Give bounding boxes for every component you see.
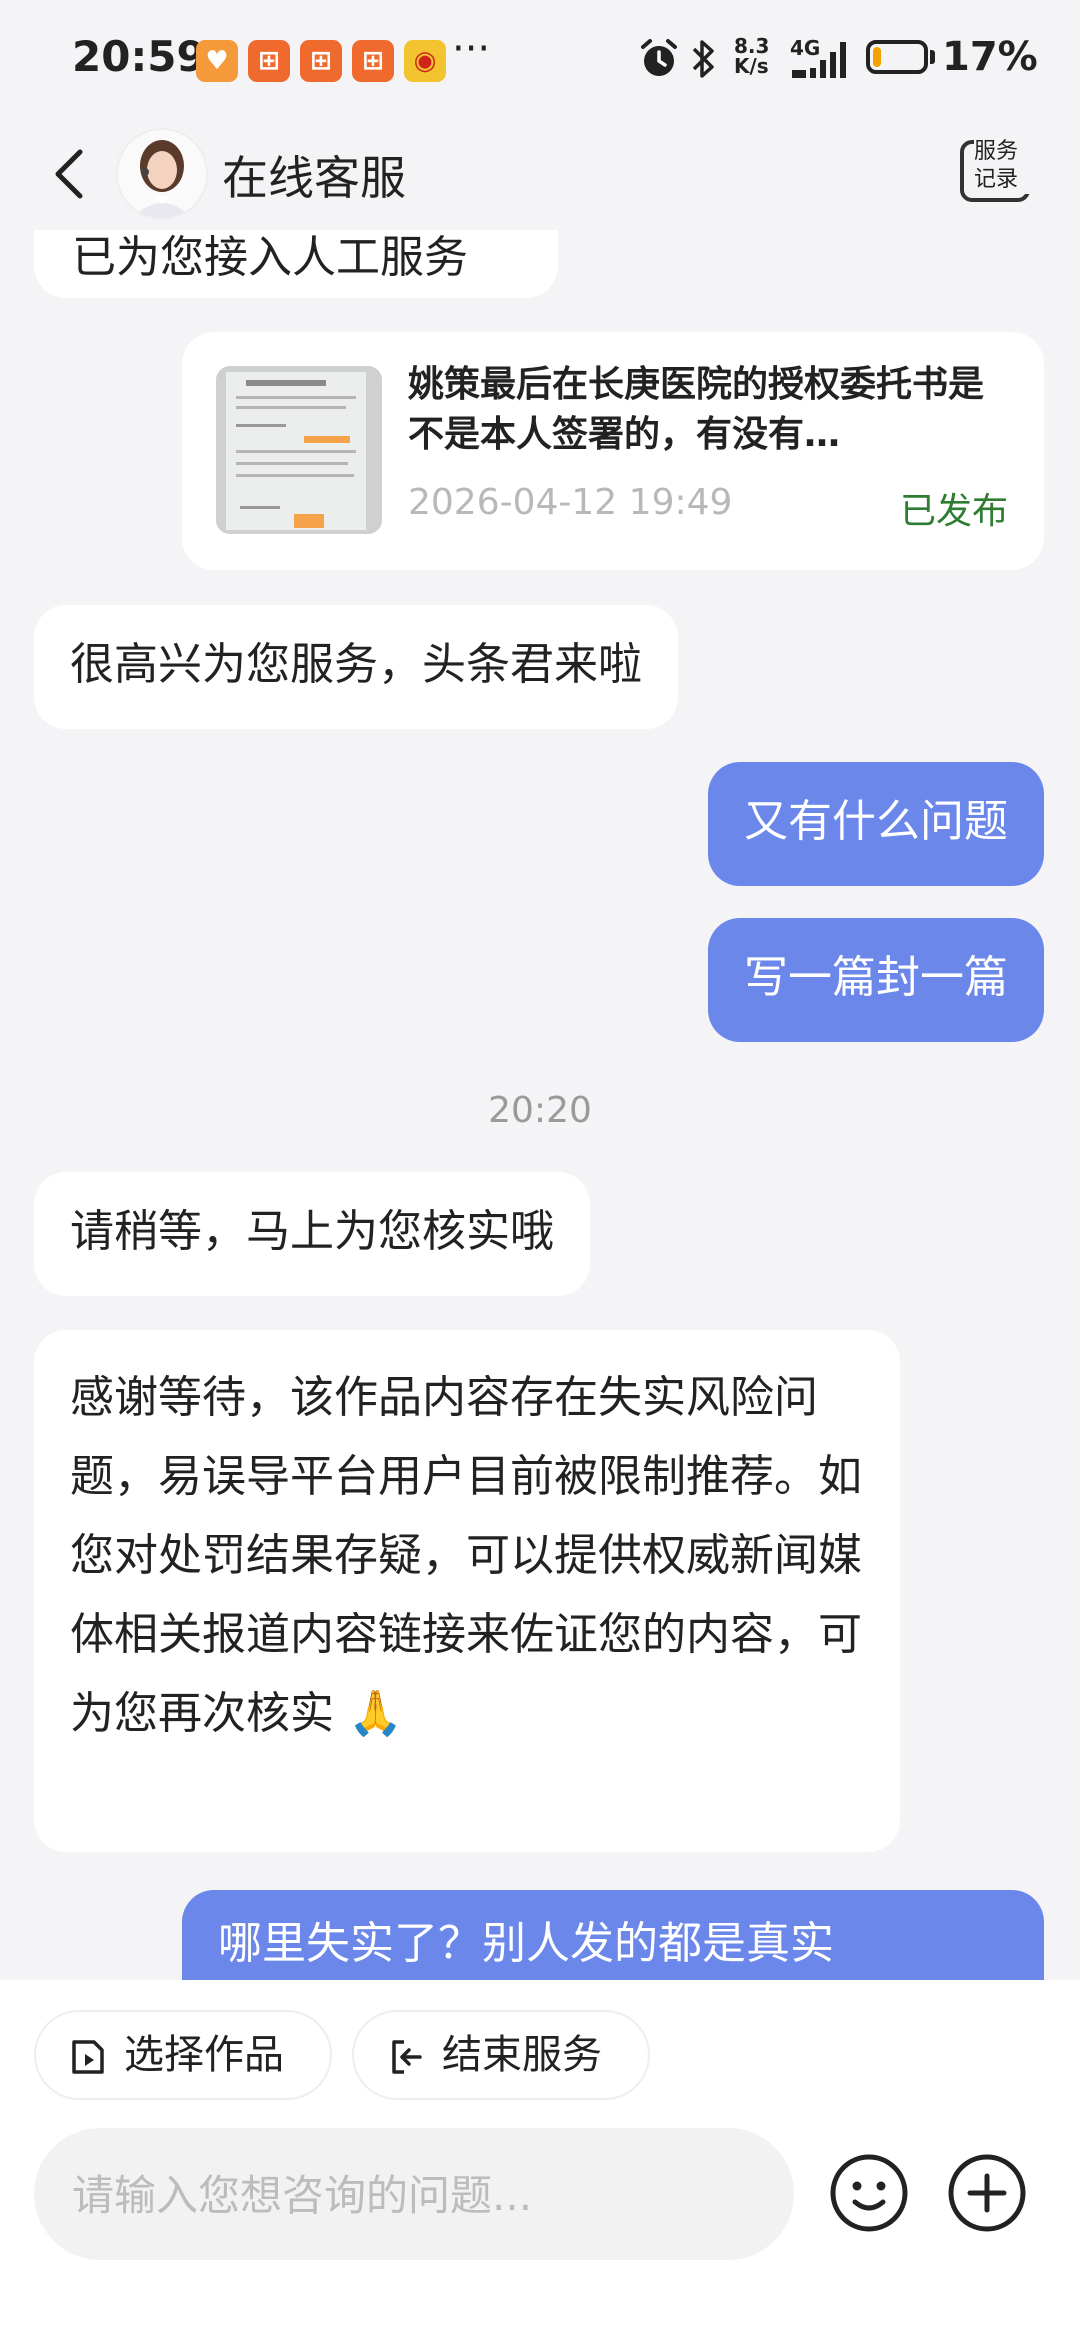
app-icon: ⊞ [352,40,394,82]
status-time: 20:59 [72,32,206,81]
article-title: 姚策最后在长庚医院的授权委托书是不是本人签署的，有没有… [408,364,985,455]
net-speed: 8.3 K/s [734,34,770,78]
agent-portrait-icon [118,130,206,218]
heart-app-icon: ♥ [196,40,238,82]
end-service-button[interactable]: 结束服务 [352,2010,650,2100]
message-bubble-agent: 请稍等，马上为您核实哦 [34,1172,590,1296]
weibo-icon: ◉ [404,40,446,82]
input-panel: 选择作品 结束服务 [0,1980,1080,2340]
exit-icon [392,2040,422,2074]
select-work-button[interactable]: 选择作品 [34,2010,332,2100]
message-input[interactable] [70,2128,764,2262]
service-record-button[interactable]: 服务 记录 [960,136,1036,212]
message-bubble-agent: 感谢等待，该作品内容存在失实风险问题，易误导平台用户目前被限制推荐。如您对处罚结… [34,1330,900,1852]
app-icon: ⊞ [248,40,290,82]
app-icon: ⊞ [300,40,342,82]
article-status: 已发布 [899,491,1008,532]
record-label: 服务 记录 [974,138,1034,194]
message-bubble-user: 哪里失实了？别人发的都是真实 [182,1890,1044,1980]
pray-emoji-icon: 🙏 [348,1688,403,1739]
message-bubble-agent: 很高兴为您服务，头条君来啦 [34,605,678,729]
back-arrow-icon[interactable] [44,146,100,202]
plus-icon[interactable] [946,2152,1028,2234]
article-thumbnail [216,366,382,534]
more-notifications-icon: ··· [452,26,491,72]
alarm-icon [641,39,677,76]
chat-messages[interactable]: 已为您接入人工服务 姚策最后在长庚医院的授权委托书是不是本人签署的，有没有… 2… [0,230,1080,1980]
battery-tip [930,50,935,64]
article-date: 2026-04-12 19:49 [408,482,733,523]
battery-level [873,47,881,67]
time-separator: 20:20 [488,1090,592,1131]
chat-header: 在线客服 服务 记录 [0,120,1080,230]
bluetooth-icon [692,40,714,78]
page-title: 在线客服 [222,151,406,205]
message-bubble-agent: 已为您接入人工服务 [34,230,558,298]
battery-icon [866,40,928,74]
message-bubble-user: 写一篇封一篇 [708,918,1044,1042]
article-card[interactable]: 姚策最后在长庚医院的授权委托书是不是本人签署的，有没有… 2026-04-12 … [182,332,1044,570]
message-input-container[interactable] [34,2128,794,2262]
document-play-icon [72,2040,104,2074]
agent-avatar [116,128,208,220]
document-image-icon [216,366,382,534]
emoji-icon[interactable] [828,2152,910,2234]
signal-icon [792,42,846,78]
message-bubble-user: 又有什么问题 [708,762,1044,886]
battery-percent: 17% [942,34,1038,80]
status-bar: 20:59 ♥ ⊞ ⊞ ⊞ ◉ ··· 8.3 K/s 4G 17% [0,0,1080,120]
